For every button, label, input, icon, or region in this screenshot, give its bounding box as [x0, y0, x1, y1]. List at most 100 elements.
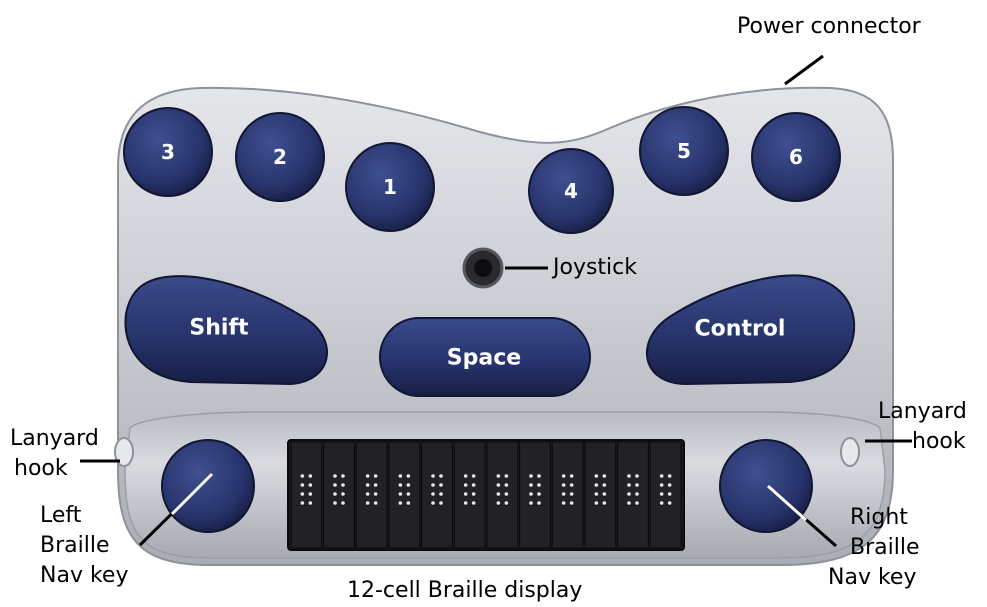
- braille-pin: [471, 492, 476, 496]
- braille-pin: [439, 492, 443, 496]
- braille-pin: [373, 492, 378, 496]
- braille-pin: [569, 501, 574, 505]
- braille-cell: [649, 441, 682, 549]
- lanyard-hook-left-label-line1: Lanyard: [10, 426, 99, 451]
- braille-cell: [551, 441, 584, 549]
- braille-pin: [561, 501, 566, 505]
- braille-pin: [537, 474, 541, 478]
- braille-pin: [496, 474, 501, 478]
- braille-pin: [463, 501, 468, 505]
- braille-pin: [659, 501, 664, 505]
- braille-pin: [667, 501, 672, 505]
- joystick[interactable]: [462, 247, 504, 289]
- braille-pin: [667, 483, 672, 487]
- braille-pin: [463, 492, 468, 496]
- braille-pin: [398, 474, 403, 478]
- braille-pin: [659, 492, 664, 496]
- braille-pin: [496, 501, 501, 505]
- braille-pin: [373, 501, 378, 505]
- dot-key-4-label: 4: [564, 179, 578, 203]
- braille-pin: [398, 501, 403, 505]
- braille-pin: [627, 492, 631, 496]
- braille-pin: [504, 483, 509, 487]
- braille-display-label: 12-cell Braille display: [347, 578, 583, 603]
- lanyard-hook-right: [840, 437, 860, 467]
- braille-pin: [341, 501, 345, 505]
- braille-pin: [504, 474, 509, 478]
- braille-pin: [365, 474, 370, 478]
- braille-pin: [308, 501, 313, 505]
- space-key-label: Space: [446, 345, 522, 371]
- braille-pin: [537, 492, 541, 496]
- braille-pin: [561, 483, 566, 487]
- braille-pin: [341, 492, 345, 496]
- braille-pin: [635, 483, 639, 487]
- braille-pin: [341, 474, 345, 478]
- braille-pin: [529, 483, 533, 487]
- right-nav-key-label-line1: Right: [850, 505, 908, 530]
- braille-pin: [439, 483, 443, 487]
- braille-pin: [398, 483, 403, 487]
- braille-cell: [421, 441, 453, 549]
- braille-pin: [333, 474, 337, 478]
- braille-pin: [373, 483, 378, 487]
- power-connector-label: Power connector: [737, 14, 921, 39]
- braille-pin: [431, 483, 435, 487]
- braille-pin: [496, 492, 501, 496]
- braille-pin: [627, 474, 631, 478]
- dot-key-1-label: 1: [383, 175, 397, 199]
- braille-pin: [300, 501, 305, 505]
- dot-key-5-label: 5: [677, 139, 691, 163]
- braille-pin: [602, 483, 607, 487]
- braille-pin: [308, 492, 313, 496]
- braille-cell: [519, 441, 551, 549]
- braille-pin: [463, 483, 468, 487]
- braille-pin: [406, 483, 411, 487]
- left-nav-key-label-line3: Nav key: [40, 563, 129, 588]
- braille-pin: [398, 492, 403, 496]
- braille-pin: [529, 492, 533, 496]
- braille-pin: [365, 501, 370, 505]
- braille-pin: [300, 483, 305, 487]
- braille-pin: [504, 501, 509, 505]
- braille-pin: [406, 492, 411, 496]
- braille-pin: [373, 474, 378, 478]
- braille-pin: [659, 483, 664, 487]
- lanyard-hook-right-label-line2: hook: [912, 429, 966, 454]
- braille-pin: [635, 501, 639, 505]
- braille-device-diagram: [80, 54, 912, 566]
- braille-pin: [627, 483, 631, 487]
- braille-pin: [406, 474, 411, 478]
- shift-key-label: Shift: [189, 315, 249, 341]
- right-braille-nav-key[interactable]: [719, 439, 813, 533]
- left-braille-nav-key[interactable]: [161, 439, 255, 533]
- dot-key-3-label: 3: [161, 140, 175, 164]
- braille-pin: [431, 474, 435, 478]
- control-key-label: Control: [694, 316, 786, 342]
- braille-pin: [561, 492, 566, 496]
- braille-pin: [529, 501, 533, 505]
- braille-pin: [471, 501, 476, 505]
- braille-pin: [594, 483, 599, 487]
- braille-pin: [635, 492, 639, 496]
- braille-pin: [333, 501, 337, 505]
- braille-pin: [635, 474, 639, 478]
- joystick-label: Joystick: [553, 255, 638, 280]
- braille-pin: [627, 501, 631, 505]
- lanyard-hook-left-label-line2: hook: [14, 456, 68, 481]
- braille-cell: [355, 441, 388, 549]
- braille-pin: [365, 492, 370, 496]
- braille-pin: [333, 483, 337, 487]
- braille-pin: [300, 492, 305, 496]
- braille-pin: [602, 474, 607, 478]
- right-nav-key-label-line3: Nav key: [828, 565, 917, 590]
- right-nav-key-label-line2: Braille: [850, 535, 920, 560]
- braille-pin: [504, 492, 509, 496]
- braille-pin: [406, 501, 411, 505]
- braille-pin: [439, 501, 443, 505]
- braille-cell: [453, 441, 486, 549]
- braille-pin: [594, 474, 599, 478]
- braille-pin: [308, 483, 313, 487]
- braille-pin: [561, 474, 566, 478]
- braille-cell: [584, 441, 617, 549]
